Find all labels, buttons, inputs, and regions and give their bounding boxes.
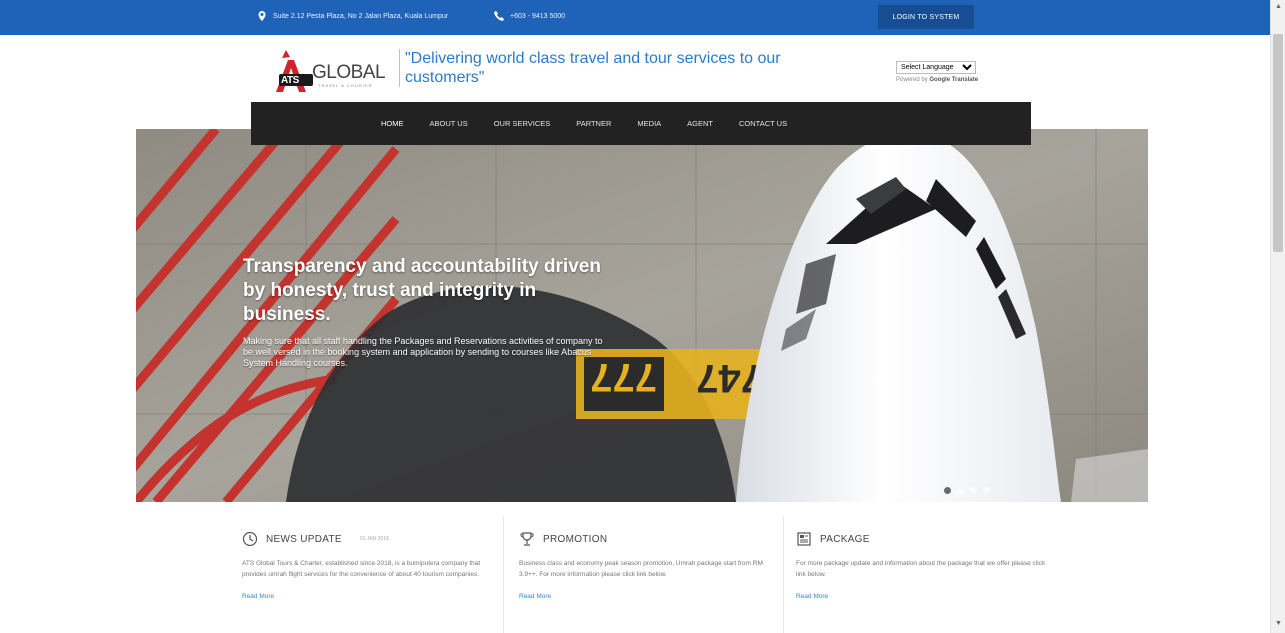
language-select[interactable]: Select Language	[896, 61, 976, 74]
nav-item-agent[interactable]: AGENT	[674, 119, 726, 128]
nav-item-home[interactable]: HOME	[368, 119, 417, 128]
phone-text: +603 - 9413 5000	[510, 12, 566, 20]
trophy-icon	[519, 531, 535, 547]
slider-dot[interactable]	[944, 487, 951, 494]
promotion-panel: PROMOTION Business class and economy pea…	[519, 516, 769, 633]
slider-dot[interactable]	[970, 487, 977, 494]
slider-dot[interactable]	[957, 487, 964, 494]
hero-caption: Transparency and accountability driven b…	[243, 255, 603, 369]
nav-item-media[interactable]: MEDIA	[624, 119, 674, 128]
address-info: Suite 2.12 Pesta Plaza, No 2 Jalan Plaza…	[256, 10, 448, 22]
phone-icon	[493, 10, 505, 22]
hero-slider: 777 747 Transparency and accountability …	[136, 129, 1148, 502]
logo-subtitle: TRAVEL & COURIER	[318, 83, 373, 88]
top-bar: Suite 2.12 Pesta Plaza, No 2 Jalan Plaza…	[0, 0, 1270, 35]
page-scrollbar[interactable]: ▲ ▼	[1270, 0, 1285, 633]
read-more-link[interactable]: Read More	[242, 593, 492, 600]
login-to-system-button[interactable]: LOGIN TO SYSTEM	[878, 5, 974, 29]
hero-title: Transparency and accountability driven b…	[243, 256, 601, 325]
phone-info: +603 - 9413 5000	[493, 10, 565, 22]
logo-badge-text: ATS	[281, 75, 299, 86]
header-divider	[399, 49, 400, 87]
newspaper-icon	[796, 531, 812, 547]
read-more-link[interactable]: Read More	[519, 593, 769, 600]
package-panel: PACKAGE For more package update and info…	[796, 516, 1050, 633]
nav-item-about-us[interactable]: ABOUT US	[417, 119, 481, 128]
address-text: Suite 2.12 Pesta Plaza, No 2 Jalan Plaza…	[273, 12, 449, 20]
location-pin-icon	[256, 10, 268, 22]
news-update-panel: NEWS UPDATE 01 JAN 2018 ATS Global Tours…	[242, 516, 492, 633]
language-selector: Select Language Powered by Google Transl…	[896, 56, 978, 83]
tagline: "Delivering world class travel and tour …	[405, 50, 781, 86]
google-translate-credit: Powered by Google Translate	[896, 77, 978, 83]
panel-body: For more package update and information …	[796, 560, 1046, 578]
panel-title: PROMOTION	[543, 533, 608, 545]
scroll-down-arrow-icon[interactable]: ▼	[1275, 620, 1282, 627]
powered-by-label: Powered by	[896, 77, 928, 83]
panel-divider	[503, 516, 504, 633]
main-nav: HOME ABOUT US OUR SERVICES PARTNER MEDIA…	[251, 102, 1031, 145]
site-logo[interactable]: ATS GLOBAL TRAVEL & COURIER	[272, 48, 397, 94]
panel-body: ATS Global Tours & Charter, established …	[242, 560, 481, 578]
nav-item-our-services[interactable]: OUR SERVICES	[481, 119, 564, 128]
nav-item-partner[interactable]: PARTNER	[563, 119, 624, 128]
hero-body: Making sure that all staff handling the …	[243, 336, 603, 368]
scroll-up-arrow-icon[interactable]: ▲	[1275, 3, 1282, 10]
logo-mark-icon	[276, 50, 313, 92]
slider-dots	[944, 487, 990, 494]
scrollbar-thumb[interactable]	[1273, 34, 1283, 252]
translate-link[interactable]: Google Translate	[929, 77, 978, 83]
panel-title: NEWS UPDATE	[266, 533, 342, 545]
nav-item-contact-us[interactable]: CONTACT US	[726, 119, 800, 128]
logo-text: GLOBAL	[312, 62, 386, 83]
panel-divider	[783, 516, 784, 633]
panel-title: PACKAGE	[820, 533, 870, 545]
news-date: 01 JAN 2018	[359, 536, 389, 542]
panel-body: Business class and economy peak season p…	[519, 560, 763, 578]
slider-dot[interactable]	[983, 487, 990, 494]
read-more-link[interactable]: Read More	[796, 593, 1050, 600]
clock-icon	[242, 531, 258, 547]
